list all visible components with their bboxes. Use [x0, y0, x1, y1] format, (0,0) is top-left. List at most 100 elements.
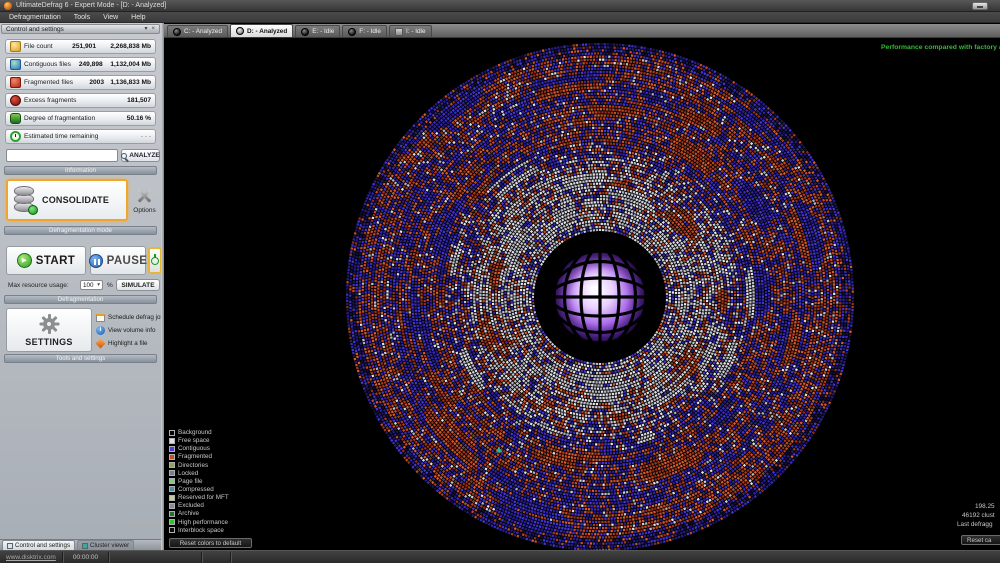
- legend-item: High performance: [169, 519, 229, 526]
- tab-cluster-viewer[interactable]: Cluster viewer: [77, 540, 134, 550]
- close-icon[interactable]: [151, 25, 155, 33]
- database-stack-icon: [14, 186, 36, 214]
- section-information: Information: [4, 166, 157, 175]
- max-resource-unit: %: [107, 282, 113, 289]
- drive-tab-f[interactable]: F: - Idle: [342, 25, 387, 37]
- power-icon: [151, 257, 159, 265]
- section-defragmentation: Defragmentation: [4, 295, 157, 304]
- drive-tab-c[interactable]: C: - Analyzed: [167, 25, 228, 37]
- menu-help[interactable]: Help: [131, 14, 145, 21]
- collapse-icon[interactable]: [144, 25, 147, 33]
- fragmented-files-icon: [10, 77, 21, 88]
- tools-cross-icon: [137, 188, 153, 204]
- cluster-count-readout: 46192 clust: [962, 512, 995, 519]
- drive-tab-e[interactable]: E: - Idle: [295, 25, 340, 37]
- panel-tab-label: Cluster viewer: [90, 542, 129, 549]
- max-resource-value: 100: [83, 282, 94, 289]
- options-button[interactable]: Options: [130, 183, 159, 219]
- drive-tab-label: D: - Analyzed: [247, 28, 287, 35]
- section-defrag-mode: Defragmentation mode: [4, 226, 157, 235]
- degree-fragmentation-icon: [10, 113, 21, 124]
- panel-header-title: Control and settings: [6, 26, 64, 33]
- panel-tab-bar: Control and settings Cluster viewer: [0, 539, 161, 550]
- reset-colors-button[interactable]: Reset colors to default: [169, 538, 252, 548]
- max-resource-label: Max resource usage:: [8, 282, 69, 289]
- stat-time-remaining[interactable]: Estimated time remaining - - -: [5, 129, 156, 144]
- legend-swatch[interactable]: [169, 511, 175, 517]
- legend-swatch[interactable]: [169, 486, 175, 492]
- legend-item: Contiguous: [169, 445, 229, 452]
- legend-item: Archive: [169, 510, 229, 517]
- legend-swatch[interactable]: [169, 470, 175, 476]
- settings-button[interactable]: SETTINGS: [6, 308, 92, 352]
- power-button[interactable]: [148, 247, 162, 274]
- section-tools: Tools and settings: [4, 354, 157, 363]
- reset-camera-button[interactable]: Reset ca: [961, 535, 1000, 545]
- stat-file-count[interactable]: File count 251,901 2,268,838 Mb: [5, 39, 156, 54]
- legend-swatch[interactable]: [169, 503, 175, 509]
- legend-swatch[interactable]: [169, 478, 175, 484]
- chevron-down-icon: [97, 282, 100, 288]
- highlighter-icon: [96, 339, 106, 349]
- tab-control-and-settings[interactable]: Control and settings: [2, 540, 75, 550]
- panel-header: Control and settings: [1, 24, 160, 34]
- disk-size-readout: 198.25: [975, 503, 995, 510]
- menu-bar: Defragmentation Tools View Help: [0, 12, 1000, 23]
- file-count-icon: [10, 41, 21, 52]
- drive-tab-label: F: - Idle: [359, 28, 381, 35]
- statusbar-cell: [109, 551, 201, 563]
- play-icon: [17, 253, 32, 268]
- time-remaining-icon: [10, 131, 21, 142]
- legend-item: Directories: [169, 462, 229, 469]
- statusbar-cell: [202, 551, 230, 563]
- minimize-button[interactable]: [972, 2, 988, 10]
- legend-swatch[interactable]: [169, 462, 175, 468]
- simulate-button[interactable]: SIMULATE: [116, 279, 160, 291]
- stat-fragmented-files[interactable]: Fragmented files 2003 1,136,833 Mb: [5, 75, 156, 90]
- disk-visualization[interactable]: [163, 22, 1000, 550]
- analyze-label: ANALYZE: [129, 152, 160, 159]
- stat-contiguous-files[interactable]: Contiguous files 249,898 1,132,004 Mb: [5, 57, 156, 72]
- elapsed-timer: 00:00:00: [63, 554, 108, 561]
- legend-swatch[interactable]: [169, 519, 175, 525]
- legend-swatch[interactable]: [169, 446, 175, 452]
- color-legend: Background Free space Contiguous Fragmen…: [169, 429, 229, 534]
- panel-splitter[interactable]: [161, 23, 164, 550]
- stat-excess-fragments[interactable]: Excess fragments 181,507: [5, 93, 156, 108]
- legend-swatch[interactable]: [169, 454, 175, 460]
- legend-item: Compressed: [169, 486, 229, 493]
- performance-note: Performance compared with factory a: [881, 44, 1000, 51]
- legend-item: Background: [169, 429, 229, 436]
- pause-button[interactable]: PAUSE: [90, 246, 146, 275]
- panel-tab-label: Control and settings: [15, 542, 70, 549]
- start-button[interactable]: START: [6, 246, 86, 275]
- menu-defragmentation[interactable]: Defragmentation: [9, 14, 61, 21]
- drive-icon: [173, 28, 181, 36]
- drive-tab-label: C: - Analyzed: [184, 28, 222, 35]
- green-arrow-badge-icon: [28, 205, 38, 215]
- legend-swatch[interactable]: [169, 495, 175, 501]
- app-logo-icon: [4, 2, 12, 10]
- legend-swatch[interactable]: [169, 527, 175, 533]
- disktrix-link[interactable]: www.disktrix.com: [0, 554, 62, 561]
- legend-item: Reserved for MFT: [169, 494, 229, 501]
- panel-tab-icon: [7, 543, 13, 549]
- file-filter-input[interactable]: [6, 149, 118, 162]
- menu-tools[interactable]: Tools: [74, 14, 90, 21]
- highlight-file-link[interactable]: Highlight a file: [96, 338, 160, 349]
- consolidate-button[interactable]: CONSOLIDATE: [6, 179, 128, 221]
- contiguous-files-icon: [10, 59, 21, 70]
- legend-swatch[interactable]: [169, 438, 175, 444]
- legend-swatch[interactable]: [169, 430, 175, 436]
- legend-item: Free space: [169, 437, 229, 444]
- analyze-button[interactable]: ANALYZE: [121, 149, 160, 162]
- schedule-defrag-link[interactable]: Schedule defrag job: [96, 312, 160, 323]
- drive-tab-d[interactable]: D: - Analyzed: [230, 24, 293, 37]
- drive-icon: [236, 27, 244, 35]
- stat-degree-fragmentation[interactable]: Degree of fragmentation 50.16 %: [5, 111, 156, 126]
- statusbar-cell: [231, 551, 1000, 563]
- max-resource-dropdown[interactable]: 100: [80, 280, 103, 290]
- view-volume-info-link[interactable]: View volume info: [96, 325, 160, 336]
- drive-tab-i[interactable]: I: - Idle: [389, 25, 432, 37]
- menu-view[interactable]: View: [103, 14, 118, 21]
